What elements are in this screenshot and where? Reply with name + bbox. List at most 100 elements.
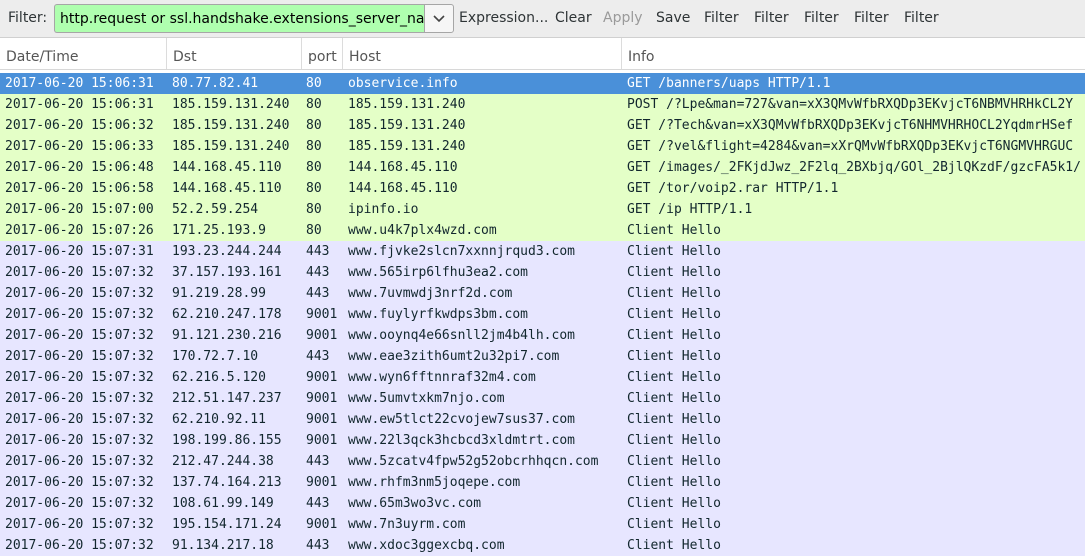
packet-datetime: 2017-06-20 15:07:32	[5, 475, 154, 490]
packet-host: www.565irp6lfhu3ea2.com	[348, 265, 529, 280]
packet-datetime: 2017-06-20 15:07:00	[5, 202, 154, 217]
filter-label: Filter:	[8, 10, 48, 26]
display-filter-input[interactable]: http.request or ssl.handshake.extensions…	[54, 4, 424, 33]
packet-datetime: 2017-06-20 15:07:32	[5, 454, 154, 469]
packet-info: GET /images/_2FKjdJwz_2F2lq_2BXbjq/GOl_2…	[627, 160, 1081, 175]
packet-port: 443	[306, 454, 330, 469]
packet-datetime: 2017-06-20 15:06:31	[5, 97, 154, 112]
packet-row[interactable]: 2017-06-20 15:07:32 62.210.92.11 9001 www.e…	[0, 409, 1085, 430]
packet-dst: 62.216.5.120	[172, 370, 266, 385]
packet-host: 185.159.131.240	[348, 139, 466, 154]
packet-info: Client Hello	[627, 223, 721, 238]
packet-dst: 144.168.45.110	[172, 181, 282, 196]
save-button[interactable]: Save	[656, 10, 690, 26]
packet-datetime: 2017-06-20 15:07:32	[5, 307, 154, 322]
packet-port: 443	[306, 496, 330, 511]
packet-dst: 212.51.147.237	[172, 391, 282, 406]
packet-port: 9001	[306, 307, 338, 322]
packet-row[interactable]: 2017-06-20 15:07:32 91.219.28.99 443 www.7u…	[0, 283, 1085, 304]
packet-dst: 171.25.193.9	[172, 223, 266, 238]
packet-host: ipinfo.io	[348, 202, 419, 217]
packet-row[interactable]: 2017-06-20 15:06:58 144.168.45.110 80 144.1…	[0, 178, 1085, 199]
packet-host: www.ooynq4e66snll2jm4b4lh.com	[348, 328, 575, 343]
packet-info: Client Hello	[627, 349, 721, 364]
packet-datetime: 2017-06-20 15:07:32	[5, 433, 154, 448]
filter-button-5[interactable]: Filter	[904, 10, 939, 26]
packet-info: GET /?vel&flight=4284&van=xXrQMvWfbRXQDp…	[627, 139, 1074, 154]
expression-button[interactable]: Expression...	[459, 10, 548, 26]
packet-host: www.eae3zith6umt2u32pi7.com	[348, 349, 560, 364]
packet-list-header: Date/Time Dst port Host Info	[0, 38, 1085, 70]
packet-dst: 108.61.99.149	[172, 496, 274, 511]
packet-port: 80	[306, 223, 322, 238]
filter-button-3[interactable]: Filter	[804, 10, 839, 26]
packet-host: www.u4k7plx4wzd.com	[348, 223, 497, 238]
packet-datetime: 2017-06-20 15:06:32	[5, 118, 154, 133]
column-header-host[interactable]: Host	[343, 38, 622, 69]
packet-info: GET /tor/voip2.rar HTTP/1.1	[627, 181, 839, 196]
packet-info: Client Hello	[627, 475, 721, 490]
packet-host: 185.159.131.240	[348, 97, 466, 112]
packet-datetime: 2017-06-20 15:07:32	[5, 412, 154, 427]
column-header-dst[interactable]: Dst	[167, 38, 302, 69]
packet-port: 9001	[306, 328, 338, 343]
packet-row[interactable]: 2017-06-20 15:06:48 144.168.45.110 80 144.1…	[0, 157, 1085, 178]
column-header-info[interactable]: Info	[622, 38, 1085, 69]
packet-info: POST /?Lpe&man=727&van=xX3QMvWfbRXQDp3EK…	[627, 97, 1074, 112]
packet-row[interactable]: 2017-06-20 15:07:00 52.2.59.254 80 ipinfo.i…	[0, 199, 1085, 220]
packet-row[interactable]: 2017-06-20 15:06:31 185.159.131.240 80 185.…	[0, 94, 1085, 115]
packet-datetime: 2017-06-20 15:06:33	[5, 139, 154, 154]
packet-row[interactable]: 2017-06-20 15:07:32 62.210.247.178 9001 www…	[0, 304, 1085, 325]
packet-info: Client Hello	[627, 328, 721, 343]
packet-datetime: 2017-06-20 15:06:58	[5, 181, 154, 196]
filter-button-2[interactable]: Filter	[754, 10, 789, 26]
packet-host: www.5zcatv4fpw52g52obcrhhqcn.com	[348, 454, 599, 469]
packet-row[interactable]: 2017-06-20 15:07:32 212.51.147.237 9001 www…	[0, 388, 1085, 409]
filter-button-4[interactable]: Filter	[854, 10, 889, 26]
packet-datetime: 2017-06-20 15:07:32	[5, 391, 154, 406]
packet-row[interactable]: 2017-06-20 15:07:32 170.72.7.10 443 www.eae…	[0, 346, 1085, 367]
packet-row[interactable]: 2017-06-20 15:07:32 91.121.230.216 9001 www…	[0, 325, 1085, 346]
packet-dst: 80.77.82.41	[172, 76, 259, 91]
packet-datetime: 2017-06-20 15:06:48	[5, 160, 154, 175]
packet-row[interactable]: 2017-06-20 15:07:32 212.47.244.38 443 www.5…	[0, 451, 1085, 472]
packet-dst: 185.159.131.240	[172, 97, 290, 112]
clear-button[interactable]: Clear	[555, 10, 592, 26]
filter-history-dropdown[interactable]	[424, 4, 454, 33]
packet-host: www.65m3wo3vc.com	[348, 496, 482, 511]
packet-info: Client Hello	[627, 244, 721, 259]
packet-dst: 195.154.171.24	[172, 517, 282, 532]
packet-info: Client Hello	[627, 265, 721, 280]
packet-row[interactable]: 2017-06-20 15:06:32 185.159.131.240 80 185.…	[0, 115, 1085, 136]
packet-info: GET /ip HTTP/1.1	[627, 202, 753, 217]
packet-port: 9001	[306, 517, 338, 532]
packet-row[interactable]: 2017-06-20 15:06:33 185.159.131.240 80 185.…	[0, 136, 1085, 157]
packet-row[interactable]: 2017-06-20 15:07:32 62.216.5.120 9001 www.w…	[0, 367, 1085, 388]
packet-row[interactable]: 2017-06-20 15:07:32 198.199.86.155 9001 www…	[0, 430, 1085, 451]
column-header-datetime[interactable]: Date/Time	[0, 38, 167, 69]
packet-row[interactable]: 2017-06-20 15:07:32 37.157.193.161 443 www.…	[0, 262, 1085, 283]
packet-port: 443	[306, 349, 330, 364]
packet-row[interactable]: 2017-06-20 15:07:26 171.25.193.9 80 www.u4k…	[0, 220, 1085, 241]
packet-dst: 185.159.131.240	[172, 139, 290, 154]
packet-info: Client Hello	[627, 433, 721, 448]
packet-row[interactable]: 2017-06-20 15:07:32 137.74.164.213 9001 www…	[0, 472, 1085, 493]
packet-host: 185.159.131.240	[348, 118, 466, 133]
packet-dst: 212.47.244.38	[172, 454, 274, 469]
packet-dst: 62.210.247.178	[172, 307, 282, 322]
packet-info: Client Hello	[627, 412, 721, 427]
packet-row[interactable]: 2017-06-20 15:06:31 80.77.82.41 80 observic…	[0, 73, 1085, 94]
packet-row[interactable]: 2017-06-20 15:07:32 195.154.171.24 9001 www…	[0, 514, 1085, 535]
packet-dst: 170.72.7.10	[172, 349, 259, 364]
packet-port: 80	[306, 202, 322, 217]
packet-host: www.fuylyrfkwdps3bm.com	[348, 307, 529, 322]
packet-dst: 37.157.193.161	[172, 265, 282, 280]
packet-row[interactable]: 2017-06-20 15:07:31 193.23.244.244 443 www.…	[0, 241, 1085, 262]
packet-host: 144.168.45.110	[348, 181, 458, 196]
packet-datetime: 2017-06-20 15:07:32	[5, 370, 154, 385]
apply-button[interactable]: Apply	[603, 10, 643, 26]
packet-row[interactable]: 2017-06-20 15:07:32 108.61.99.149 443 www.6…	[0, 493, 1085, 514]
packet-info: Client Hello	[627, 391, 721, 406]
column-header-port[interactable]: port	[302, 38, 343, 69]
filter-button-1[interactable]: Filter	[704, 10, 739, 26]
